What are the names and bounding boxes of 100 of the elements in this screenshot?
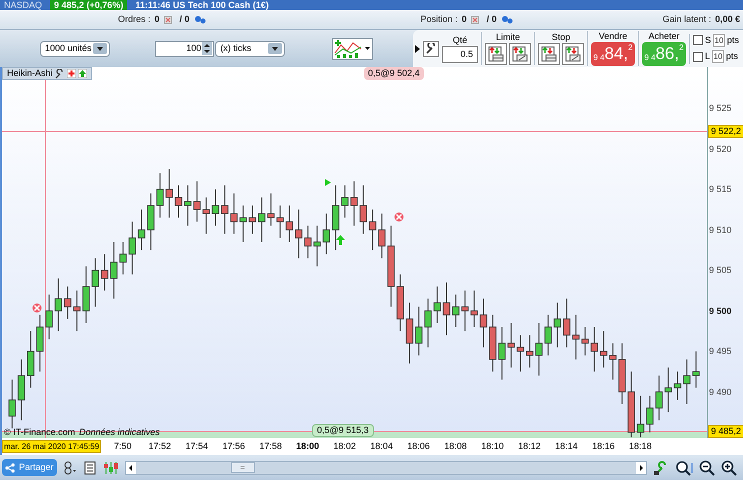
candle bbox=[646, 395, 654, 433]
wrench-button[interactable] bbox=[422, 40, 439, 56]
price-badge: 9 485,2 (+0,76%) bbox=[50, 0, 128, 10]
scroll-right-icon[interactable] bbox=[636, 462, 646, 474]
price-big: 84, bbox=[604, 43, 628, 65]
unit-label: pts bbox=[726, 34, 739, 47]
candle bbox=[119, 241, 127, 275]
candle bbox=[82, 266, 90, 324]
up-arrow-icon[interactable] bbox=[78, 69, 87, 78]
order-ticket-icon bbox=[540, 46, 557, 62]
price-tick-label: 9 490 bbox=[709, 386, 732, 399]
limit-label: Limite bbox=[496, 32, 520, 43]
candle bbox=[544, 314, 552, 356]
price-tick-label: 9 505 bbox=[709, 264, 732, 278]
price-suffix: 2 bbox=[679, 42, 684, 54]
price-tick-label: 9 510 bbox=[709, 224, 732, 237]
candle bbox=[100, 254, 108, 292]
option-label: S bbox=[704, 34, 711, 46]
candle bbox=[350, 180, 358, 226]
info-total: / 0 bbox=[486, 12, 497, 26]
candle bbox=[636, 395, 644, 438]
time-tick-label: 18:02 bbox=[333, 440, 356, 452]
price-marker: 9 522,2 bbox=[708, 124, 743, 138]
candle bbox=[628, 371, 635, 438]
limit-order-button[interactable] bbox=[484, 43, 507, 65]
zoom-out-icon[interactable] bbox=[698, 460, 715, 476]
candle bbox=[258, 196, 266, 242]
expand-arrow-icon[interactable] bbox=[414, 44, 420, 52]
list-icon[interactable] bbox=[82, 460, 97, 474]
spin-arrows-icon[interactable] bbox=[202, 42, 212, 55]
order-ticket-icon bbox=[512, 46, 528, 62]
candle bbox=[655, 375, 663, 421]
scroll-left-icon[interactable] bbox=[126, 462, 136, 474]
quantity-select[interactable]: 1000 unités bbox=[40, 40, 110, 56]
candle bbox=[683, 358, 690, 404]
candles-icon[interactable] bbox=[102, 460, 119, 474]
candle bbox=[618, 342, 626, 404]
candle bbox=[452, 294, 460, 328]
disclaimer-text: Données indicatives bbox=[79, 426, 160, 438]
candle bbox=[267, 192, 275, 226]
close-icon[interactable] bbox=[164, 16, 172, 24]
zoom-in-icon[interactable] bbox=[720, 460, 737, 476]
time-tick-label: 17:56 bbox=[222, 440, 245, 452]
zoom-fit-icon[interactable] bbox=[674, 460, 693, 476]
points-field[interactable]: 10 bbox=[712, 50, 724, 64]
wrench-icon[interactable] bbox=[652, 460, 669, 476]
qty-field[interactable]: 0.5 bbox=[442, 46, 478, 62]
time-tick-label: 18:16 bbox=[592, 440, 615, 452]
scrollbar[interactable]: = bbox=[124, 460, 647, 474]
candle bbox=[202, 196, 210, 234]
candle bbox=[535, 322, 543, 376]
candle bbox=[360, 184, 367, 234]
candle bbox=[396, 274, 404, 332]
checkbox[interactable] bbox=[692, 35, 703, 46]
candle bbox=[193, 180, 201, 222]
ticks-spinner[interactable]: 100 bbox=[154, 40, 214, 56]
candle bbox=[18, 358, 26, 421]
candle bbox=[498, 326, 506, 380]
chart-indicator-icon bbox=[332, 38, 363, 58]
order-ticket-icon bbox=[564, 46, 581, 62]
close-icon[interactable] bbox=[470, 16, 479, 24]
time-tick-label: 18:00 bbox=[296, 440, 320, 452]
candle bbox=[516, 334, 524, 372]
candle bbox=[110, 241, 118, 300]
time-tick-label: 18:08 bbox=[444, 440, 467, 452]
stop-order-button[interactable] bbox=[562, 43, 584, 65]
wrench-icon[interactable] bbox=[54, 68, 65, 78]
info-count: 0 bbox=[154, 12, 160, 26]
candle bbox=[230, 192, 238, 234]
wrench-icon bbox=[424, 42, 437, 54]
cross-marker-icon bbox=[394, 212, 404, 222]
candle bbox=[368, 209, 376, 251]
price-big: 86, bbox=[655, 43, 680, 65]
candle bbox=[674, 371, 682, 400]
candle bbox=[128, 221, 136, 275]
checkbox[interactable] bbox=[692, 52, 703, 62]
price-tick-label: 9 520 bbox=[709, 142, 732, 156]
cross-marker-icon bbox=[32, 303, 42, 313]
candle bbox=[480, 298, 488, 348]
limit-order-button[interactable] bbox=[508, 43, 531, 65]
copyright-text: © IT-Finance.com bbox=[4, 426, 76, 438]
points-field[interactable]: 10 bbox=[712, 34, 725, 47]
price-suffix: 2 bbox=[628, 42, 633, 54]
time-tick-label: 18:06 bbox=[407, 440, 430, 452]
candle bbox=[692, 350, 700, 388]
ticks-select[interactable]: (x) ticks bbox=[215, 40, 285, 56]
time-tick-label: 18:12 bbox=[518, 440, 541, 452]
indicator-button[interactable] bbox=[332, 38, 373, 60]
plus-icon[interactable] bbox=[66, 69, 76, 78]
price-tick-label: 9 515 bbox=[709, 183, 732, 196]
indicator-name: Heikin-Ashi bbox=[7, 67, 53, 80]
sell-label: Vendre bbox=[598, 31, 628, 42]
time-tick-label: 18:10 bbox=[481, 440, 504, 452]
time-tick-label: 17:58 bbox=[259, 440, 282, 452]
price-tick-label: 9 525 bbox=[709, 102, 732, 116]
scroll-thumb[interactable]: = bbox=[230, 462, 255, 473]
time-tick-label: 18:14 bbox=[555, 440, 578, 452]
candle bbox=[147, 192, 154, 251]
unit-label: pts bbox=[726, 50, 738, 63]
stop-order-button[interactable] bbox=[538, 43, 560, 65]
